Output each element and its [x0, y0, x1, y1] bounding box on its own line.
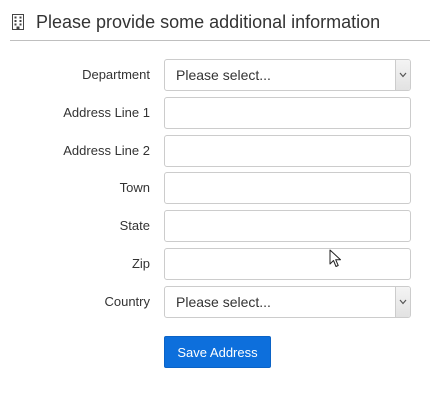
town-label: Town — [119, 180, 150, 195]
address-line-1-label: Address Line 1 — [63, 105, 150, 120]
save-address-button[interactable]: Save Address — [164, 336, 271, 368]
address-line-2-input[interactable] — [164, 135, 411, 167]
state-label: State — [119, 218, 150, 233]
address-line-1-input[interactable] — [164, 97, 411, 129]
country-label: Country — [104, 294, 150, 309]
form-header: Please provide some additional informati… — [10, 10, 430, 41]
country-select[interactable]: Please select... — [164, 286, 411, 318]
address-line-1-row: Address Line 1 — [0, 97, 430, 129]
department-label: Department — [82, 67, 150, 82]
address-line-2-label: Address Line 2 — [63, 143, 150, 158]
state-row: State — [0, 210, 430, 242]
country-row: Country Please select... — [0, 286, 430, 318]
department-select[interactable]: Please select... — [164, 59, 411, 91]
town-row: Town — [0, 172, 430, 204]
department-select-value: Please select... — [176, 67, 271, 83]
zip-input[interactable] — [164, 248, 411, 280]
chevron-down-icon[interactable] — [395, 287, 410, 317]
address-form-page: Please provide some additional informati… — [0, 0, 430, 393]
page-title: Please provide some additional informati… — [36, 12, 381, 32]
town-input[interactable] — [164, 172, 411, 204]
state-input[interactable] — [164, 210, 411, 242]
zip-row: Zip — [0, 248, 430, 280]
country-select-value: Please select... — [176, 294, 271, 310]
department-row: Department Please select... — [0, 59, 430, 91]
chevron-down-icon[interactable] — [395, 60, 410, 90]
building-icon — [12, 14, 24, 30]
zip-label: Zip — [131, 256, 150, 271]
address-line-2-row: Address Line 2 — [0, 135, 430, 167]
mouse-cursor-icon — [329, 249, 343, 269]
